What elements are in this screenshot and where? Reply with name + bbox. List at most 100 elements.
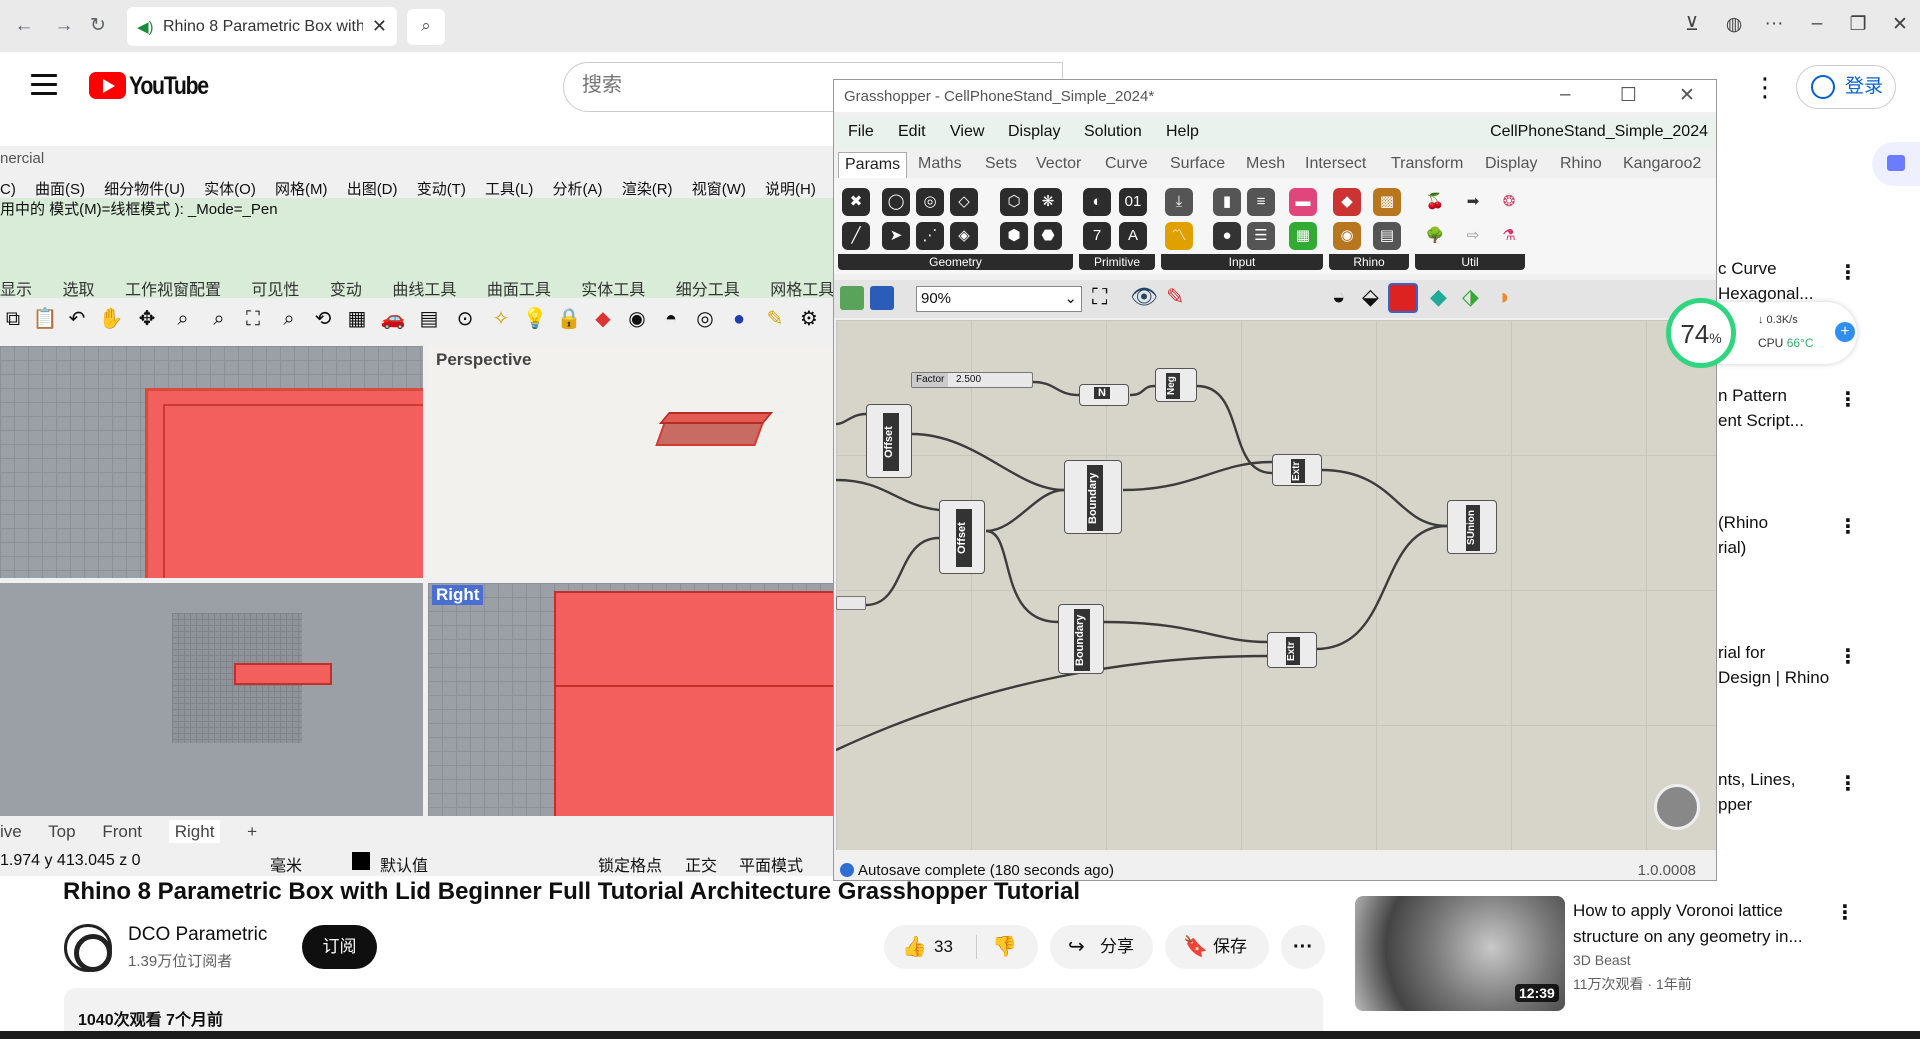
gh-mesh-icon[interactable]: ⬢ (1000, 222, 1028, 250)
rotate-view-icon[interactable]: ⟲ (310, 306, 336, 332)
render-sphere-icon[interactable]: ● (726, 306, 752, 332)
light-icon[interactable]: 💡 (522, 306, 548, 332)
factor-slider[interactable]: Factor 2.500 (911, 372, 1033, 388)
gh-menu-help[interactable]: Help (1166, 123, 1199, 141)
gh-param-icon[interactable]: ✖ (842, 188, 870, 216)
gh-preview-wire-icon[interactable]: ◒ (1332, 284, 1345, 310)
viewport-label[interactable]: Right (432, 585, 484, 605)
gh-preview-selected-icon[interactable] (1388, 283, 1418, 313)
select-icon[interactable]: ✧ (488, 306, 514, 332)
rhino-tab[interactable]: 曲面工具 (487, 282, 551, 299)
gh-graph-icon[interactable]: 〽 (1165, 222, 1193, 250)
zoom-icon[interactable]: ⌕ (170, 306, 196, 332)
gh-plane-icon[interactable]: ◈ (950, 222, 978, 250)
viewport-layout-icon[interactable]: ▦ (344, 306, 370, 332)
add-viewport-icon[interactable]: + (247, 822, 257, 841)
gh-preview-shaded-icon[interactable]: ⬙ (1362, 284, 1379, 310)
gh-node-extrude[interactable]: Extr (1267, 632, 1317, 668)
gh-list-icon[interactable]: ☰ (1247, 222, 1275, 250)
rec-more-icon[interactable]: ⋮ (1838, 644, 1858, 669)
viewport-tab-active[interactable]: Right (168, 820, 221, 843)
rhino-menu-item[interactable]: 工具(L) (485, 181, 533, 198)
viewport-front[interactable] (0, 583, 423, 816)
gh-surface-icon[interactable]: ⬣ (1034, 222, 1062, 250)
rhino-menu-item[interactable]: 视窗(W) (692, 181, 746, 198)
gh-maximize-icon[interactable]: ☐ (1620, 84, 1637, 107)
rhino-tab[interactable]: 可见性 (251, 282, 299, 299)
rec-more-icon[interactable]: ⋮ (1838, 387, 1858, 412)
rhino-menu-item[interactable]: 实体(O) (204, 181, 256, 198)
close-tab-icon[interactable]: ✕ (372, 16, 387, 37)
gh-open-icon[interactable] (840, 286, 864, 310)
rhino-tab[interactable]: 曲线工具 (392, 282, 456, 299)
gh-arc-icon[interactable]: ◎ (916, 188, 944, 216)
gh-node-solid-union[interactable]: SUnion (1447, 500, 1497, 554)
like-count[interactable]: 33 (934, 925, 953, 969)
avatar[interactable] (64, 924, 112, 972)
gh-tab[interactable]: Rhino (1560, 155, 1602, 173)
gh-tab[interactable]: Vector (1036, 155, 1081, 173)
rhino-video-frame[interactable]: nercial C) 曲面(S) 细分物件(U) 实体(O) 网格(M) 出图(… (0, 146, 835, 876)
gh-bake-preview-icon[interactable]: ◆ (1430, 284, 1447, 310)
gh-menu-solution[interactable]: Solution (1084, 123, 1142, 141)
gh-tab[interactable]: Maths (918, 155, 962, 173)
rec-video-voronoi[interactable]: 12:39 How to apply Voronoi lattice struc… (1355, 896, 1915, 1016)
gh-outline-arrow-icon[interactable]: ⇨ (1459, 222, 1487, 250)
gh-tree-icon[interactable]: 🌳 (1421, 222, 1449, 250)
rhino-tab[interactable]: 细分工具 (676, 282, 740, 299)
rec-more-icon[interactable]: ⋮ (1838, 514, 1858, 539)
rhino-tab[interactable]: 选取 (62, 282, 94, 299)
undo-icon[interactable]: ↶ (64, 306, 90, 332)
rhino-menu-item[interactable]: 说明(H) (765, 181, 816, 198)
gh-tab[interactable]: Intersect (1305, 155, 1366, 173)
gh-vector-icon[interactable]: ➤ (882, 222, 910, 250)
gh-point-icon[interactable]: ⋰ (916, 222, 944, 250)
gh-circle-icon[interactable]: ◯ (882, 188, 910, 216)
rhino-tab[interactable]: 显示 (0, 282, 32, 299)
rhino-menu-item[interactable]: 细分物件(U) (104, 181, 185, 198)
gh-sketch-icon[interactable]: ✎ (1166, 284, 1184, 310)
shaded-sphere-icon[interactable]: ◓ (658, 306, 684, 332)
save-button[interactable]: 🔖 保存 (1165, 925, 1269, 969)
gh-navigation-ball-icon[interactable] (1654, 784, 1700, 830)
gh-save-icon[interactable] (870, 286, 894, 310)
more-actions-button[interactable]: ··· (1281, 925, 1325, 969)
rhino-tab[interactable]: 网格工具 (770, 282, 834, 299)
viewport-right[interactable]: Right (428, 583, 835, 816)
rec-more-icon[interactable]: ⋮ (1838, 771, 1858, 796)
gh-node-boundary[interactable]: Boundary (1064, 460, 1122, 534)
rhino-menu-item[interactable]: 出图(D) (347, 181, 398, 198)
gh-gradient-icon[interactable]: ▬ (1289, 188, 1317, 216)
tab-search-icon[interactable]: ⌕ (407, 9, 445, 45)
gh-ref-icon[interactable]: ◉ (1333, 222, 1361, 250)
layer-name[interactable]: 默认值 (380, 852, 428, 876)
gh-cherry-icon[interactable]: 🍒 (1421, 188, 1449, 216)
rhino-menu-item[interactable]: 网格(M) (275, 181, 328, 198)
rec-item[interactable]: c Curve Hexagonal... ⋮ (1718, 256, 1918, 306)
gh-integer-icon[interactable]: 01 (1119, 188, 1147, 216)
forward-icon[interactable]: → (52, 14, 76, 38)
back-icon[interactable]: ← (12, 14, 36, 38)
gh-matrix-icon[interactable]: ▦ (1289, 222, 1317, 250)
osnap-icon[interactable]: ⊙ (452, 306, 478, 332)
move-icon[interactable]: ✥ (134, 306, 160, 332)
gh-brep-icon[interactable]: ❋ (1034, 188, 1062, 216)
car-icon[interactable]: 🚗 (380, 306, 406, 332)
channel-name[interactable]: DCO Parametric (128, 924, 267, 946)
rec-item[interactable]: rial for Design | Rhino ⋮ (1718, 640, 1918, 690)
gh-curve-icon[interactable]: ◇ (950, 188, 978, 216)
share-button[interactable]: ↪ 分享 (1050, 925, 1153, 969)
close-window-icon[interactable]: ✕ (1888, 13, 1912, 36)
rhino-menu-item[interactable]: C) (0, 181, 16, 198)
gh-button-icon[interactable]: ● (1213, 222, 1241, 250)
viewport-label[interactable]: Perspective (436, 350, 531, 370)
gh-arrow-icon[interactable]: ➡ (1459, 188, 1487, 216)
gh-zoom-select[interactable]: 90% ⌄ (916, 286, 1082, 312)
lock-icon[interactable]: 🔒 (556, 306, 582, 332)
rec-item[interactable]: (Rhino rial) ⋮ (1718, 510, 1918, 560)
viewport-perspective[interactable]: Perspective (428, 346, 835, 578)
hamburger-menu-icon[interactable] (31, 74, 57, 101)
gh-menu-display[interactable]: Display (1008, 123, 1060, 141)
rhino-menu-item[interactable]: 渲染(R) (622, 181, 673, 198)
grid-icon[interactable]: ▤ (416, 306, 442, 332)
